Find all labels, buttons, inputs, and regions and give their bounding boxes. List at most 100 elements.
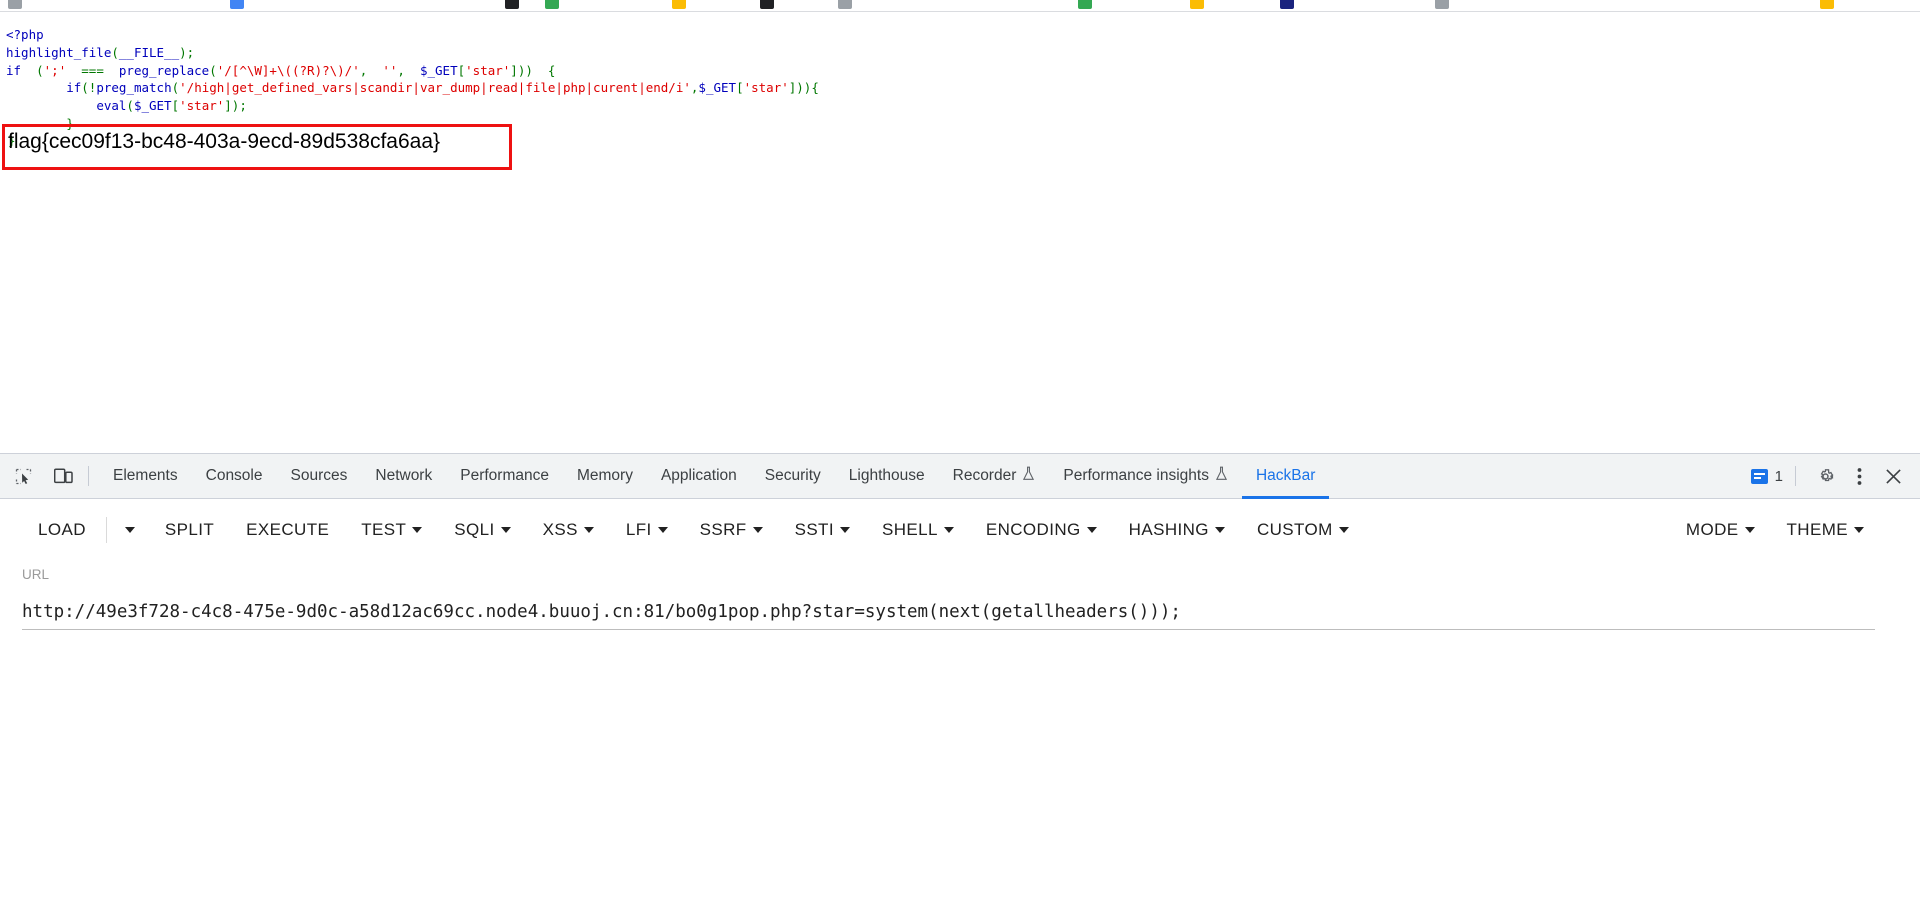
- load-dropdown-button[interactable]: [111, 527, 149, 533]
- devtools-tab-security[interactable]: Security: [751, 454, 835, 499]
- devtools-tab-application[interactable]: Application: [647, 454, 751, 499]
- code-token: 'star': [465, 62, 511, 78]
- more-vertical-icon[interactable]: [1844, 461, 1874, 491]
- code-token: highlight_file: [6, 44, 112, 60]
- devtools-tab-hackbar[interactable]: HackBar: [1242, 454, 1329, 499]
- devtools-tab-label: HackBar: [1255, 467, 1316, 484]
- code-token: $_GET: [133, 98, 172, 114]
- hackbar-execute-button[interactable]: EXECUTE: [230, 520, 345, 540]
- devtools-tab-sources[interactable]: Sources: [277, 454, 362, 499]
- message-count-badge[interactable]: 1: [1750, 468, 1783, 485]
- chevron-down-icon: [1086, 527, 1097, 533]
- bookmark-item[interactable]: [760, 0, 774, 9]
- rendered-php-page: <?php highlight_file(__FILE__); if (';' ==…: [0, 0, 1920, 455]
- hackbar-load-button[interactable]: LOAD: [22, 520, 102, 540]
- bookmark-item[interactable]: [1280, 0, 1294, 9]
- hackbar-button-label: XSS: [542, 520, 578, 539]
- devtools-tab-performance[interactable]: Performance: [446, 454, 563, 499]
- hackbar-mode-button[interactable]: MODE: [1670, 520, 1771, 540]
- bookmark-item[interactable]: [230, 0, 244, 9]
- chevron-down-icon: [657, 527, 668, 533]
- chevron-down-icon: [500, 527, 511, 533]
- bookmark-item[interactable]: [8, 0, 22, 9]
- code-token: (: [111, 44, 119, 60]
- code-token: (: [209, 62, 217, 78]
- devtools-tab-network[interactable]: Network: [361, 454, 446, 499]
- bookmark-item[interactable]: [1078, 0, 1092, 9]
- code-line: if (';' === preg_replace('/[^\W]+\((?R)?…: [6, 62, 819, 80]
- inspect-element-icon[interactable]: [6, 461, 40, 491]
- devtools-panel: Elements Console Sources Network Performance…: [0, 453, 1920, 902]
- code-token: '/[^\W]+\((?R)?\)/': [216, 62, 360, 78]
- code-token: preg_replace: [111, 62, 210, 78]
- url-field-group: URL: [22, 567, 1877, 630]
- hackbar-hashing-button[interactable]: HASHING: [1113, 520, 1241, 540]
- hackbar-test-button[interactable]: TEST: [345, 520, 438, 540]
- hackbar-ssti-button[interactable]: SSTI: [779, 520, 866, 540]
- devtools-tab-console[interactable]: Console: [192, 454, 277, 499]
- hackbar-lfi-button[interactable]: LFI: [610, 520, 684, 540]
- devtools-tab-memory[interactable]: Memory: [563, 454, 647, 499]
- code-token: (: [126, 98, 134, 114]
- code-token: preg_match: [96, 80, 172, 96]
- hackbar-theme-button[interactable]: THEME: [1771, 520, 1881, 540]
- hackbar-sqli-button[interactable]: SQLI: [438, 520, 526, 540]
- hackbar-button-label: ENCODING: [985, 520, 1081, 539]
- hackbar-xss-button[interactable]: XSS: [527, 520, 610, 540]
- devtools-tab-label: Application: [660, 467, 737, 484]
- code-token: <?php: [6, 27, 44, 42]
- hackbar-button-label: THEME: [1786, 520, 1848, 539]
- chevron-down-icon: [1214, 527, 1225, 533]
- devtools-tab-label: Lighthouse: [848, 467, 925, 484]
- url-label: URL: [22, 567, 50, 582]
- hackbar-button-label: CUSTOM: [1256, 520, 1333, 539]
- devtools-tab-label: Recorder: [952, 467, 1017, 484]
- code-token: if: [6, 62, 22, 78]
- hackbar-button-label: SSTI: [794, 520, 834, 539]
- code-token: eval: [96, 98, 127, 114]
- gear-icon[interactable]: [1810, 461, 1840, 491]
- bookmark-item[interactable]: [505, 0, 519, 9]
- bookmark-item[interactable]: [838, 0, 852, 9]
- experiment-flask-icon: [1215, 466, 1228, 486]
- code-token: (: [21, 62, 44, 78]
- hackbar-button-label: SPLIT: [164, 520, 215, 539]
- devtools-tab-performance-insights[interactable]: Performance insights: [1049, 454, 1242, 499]
- devtools-tab-recorder[interactable]: Recorder: [939, 454, 1050, 499]
- devtools-tab-label: Performance: [460, 467, 549, 484]
- hackbar-custom-button[interactable]: CUSTOM: [1241, 520, 1365, 540]
- code-token: (!: [81, 80, 97, 96]
- code-token: (: [171, 80, 180, 96]
- code-line: if(!preg_match('/high|get_defined_vars|s…: [6, 79, 819, 97]
- bookmark-item[interactable]: [1820, 0, 1834, 9]
- hackbar-button-label: LOAD: [38, 520, 86, 539]
- php-source-code: <?php highlight_file(__FILE__); if (';' ==…: [6, 26, 819, 133]
- devtools-tab-label: Memory: [576, 467, 633, 484]
- code-line: <?php: [6, 26, 819, 44]
- bookmark-item[interactable]: [672, 0, 686, 9]
- code-token: ,: [397, 62, 420, 78]
- hackbar-panel: LOAD SPLIT EXECUTE TEST SQLI XSS LFI SSRF SSTI SH…: [0, 499, 1920, 902]
- hackbar-shell-button[interactable]: SHELL: [866, 520, 970, 540]
- device-toolbar-icon[interactable]: [46, 461, 80, 491]
- code-token: if: [66, 80, 82, 96]
- chevron-down-icon: [1854, 527, 1864, 533]
- bookmark-item[interactable]: [1435, 0, 1449, 9]
- hackbar-encoding-button[interactable]: ENCODING: [970, 520, 1113, 540]
- bookmark-item[interactable]: [1190, 0, 1204, 9]
- code-token: [: [736, 80, 744, 96]
- close-icon[interactable]: [1878, 461, 1908, 491]
- devtools-tab-lighthouse[interactable]: Lighthouse: [835, 454, 939, 499]
- hackbar-button-label: SSRF: [699, 520, 747, 539]
- url-input[interactable]: [22, 594, 1875, 630]
- devtools-tab-elements[interactable]: Elements: [99, 454, 192, 499]
- hackbar-split-button[interactable]: SPLIT: [149, 520, 230, 540]
- bookmark-item[interactable]: [545, 0, 559, 9]
- hackbar-ssrf-button[interactable]: SSRF: [684, 520, 779, 540]
- chevron-down-icon: [839, 527, 850, 533]
- code-token: [: [457, 62, 466, 78]
- right-divider: [1795, 466, 1796, 486]
- devtools-tab-label: Network: [375, 467, 433, 484]
- bookmarks-bar-sliver: [0, 0, 1920, 12]
